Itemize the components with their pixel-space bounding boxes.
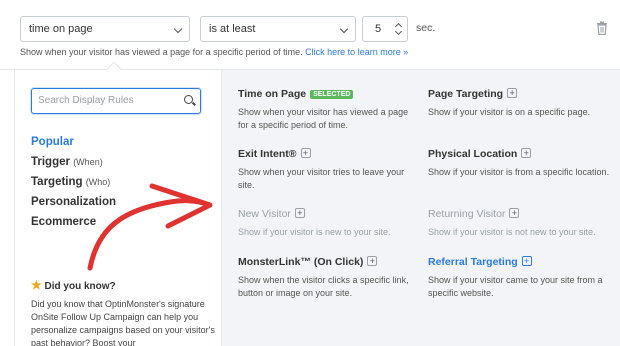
condition-select-value: time on page xyxy=(29,23,93,35)
plus-icon[interactable]: + xyxy=(367,256,378,266)
plus-icon[interactable]: + xyxy=(509,208,520,218)
rule-title-text: New Visitor xyxy=(238,208,291,220)
plus-icon[interactable]: + xyxy=(294,208,305,218)
category-popular[interactable]: Popular xyxy=(31,136,74,148)
rule-referral-targeting[interactable]: Referral Targeting + Show if your visitor… xyxy=(428,256,610,300)
plus-icon[interactable]: + xyxy=(300,148,311,158)
rule-returning-visitor[interactable]: Returning Visitor + Show if your visitor … xyxy=(428,208,610,239)
chevron-down-icon[interactable] xyxy=(394,27,403,36)
plus-icon[interactable]: + xyxy=(507,88,518,98)
operator-select[interactable]: is at least xyxy=(200,16,356,42)
rule-page-targeting[interactable]: Page Targeting + Show if your visitor is … xyxy=(428,88,610,119)
rule-title: MonsterLink™ (On Click) + xyxy=(238,256,414,268)
rules-sidebar: Search Display Rules Popular Trigger (Wh… xyxy=(14,70,222,346)
rule-description: Show if your visitor is on a specific pa… xyxy=(428,107,591,117)
category-suffix: (When) xyxy=(73,157,103,167)
category-label: Trigger xyxy=(31,156,70,168)
helper-description: Show when your visitor has viewed a page… xyxy=(20,47,303,57)
rule-description: Show if your visitor is new to your site… xyxy=(238,227,391,237)
category-ecommerce[interactable]: Ecommerce xyxy=(31,216,96,228)
rule-description: Show when your visitor tries to leave yo… xyxy=(238,167,405,190)
chevron-down-icon xyxy=(173,24,183,34)
rule-title-text: Referral Targeting xyxy=(428,256,518,268)
learn-more-link[interactable]: Click here to learn more » xyxy=(305,47,408,57)
rule-title: Page Targeting + xyxy=(428,88,610,100)
rule-description: Show if your visitor is from a specific … xyxy=(428,167,610,177)
trigger-settings-bar: time on page is at least 5 sec. Show whe… xyxy=(0,0,620,70)
category-suffix: (Who) xyxy=(85,177,111,187)
rule-title-text: Returning Visitor xyxy=(428,208,506,220)
seconds-unit-label: sec. xyxy=(416,22,436,34)
rules-grid: Time on Page SELECTED Show when your visi… xyxy=(222,70,620,346)
operator-select-value: is at least xyxy=(209,23,256,35)
rule-title: Time on Page SELECTED xyxy=(238,88,414,100)
rule-title-text: MonsterLink™ (On Click) xyxy=(238,256,364,268)
did-you-know-heading: ★ Did you know? xyxy=(31,278,116,292)
rule-title: Physical Location + xyxy=(428,148,610,160)
category-label: Ecommerce xyxy=(31,216,97,228)
rule-title: Referral Targeting + xyxy=(428,256,610,268)
rule-title-text: Time on Page xyxy=(238,88,307,100)
rule-monsterlink[interactable]: MonsterLink™ (On Click) + Show when the v… xyxy=(238,256,414,300)
plus-icon[interactable]: + xyxy=(521,256,532,266)
rule-title-text: Page Targeting xyxy=(428,88,504,100)
did-you-know-text: Did you know that OptinMonster's signatu… xyxy=(31,299,215,346)
rule-exit-intent[interactable]: Exit Intent® + Show when your visitor tri… xyxy=(238,148,414,192)
condition-select[interactable]: time on page xyxy=(20,16,190,42)
rule-time-on-page[interactable]: Time on Page SELECTED Show when your visi… xyxy=(238,88,414,132)
rule-title: New Visitor + xyxy=(238,208,414,220)
rule-title: Returning Visitor + xyxy=(428,208,610,220)
rule-description: Show if your visitor is not new to your … xyxy=(428,227,596,237)
rule-title: Exit Intent® + xyxy=(238,148,414,160)
search-input[interactable]: Search Display Rules xyxy=(31,88,201,114)
search-placeholder: Search Display Rules xyxy=(38,95,134,106)
star-icon: ★ xyxy=(31,278,42,292)
trigger-helper-text: Show when your visitor has viewed a page… xyxy=(20,47,408,57)
seconds-stepper[interactable]: 5 xyxy=(362,16,408,42)
rule-physical-location[interactable]: Physical Location + Show if your visitor … xyxy=(428,148,610,179)
did-you-know-title: Did you know? xyxy=(44,281,116,292)
trash-icon[interactable] xyxy=(596,21,608,35)
category-label: Popular xyxy=(31,136,74,148)
category-label: Targeting xyxy=(31,176,83,188)
seconds-value: 5 xyxy=(375,23,382,35)
rule-title-text: Exit Intent® xyxy=(238,148,297,160)
search-icon xyxy=(184,95,193,104)
rule-title-text: Physical Location xyxy=(428,148,518,160)
rule-description: Show when your visitor has viewed a page… xyxy=(238,107,409,130)
rule-new-visitor[interactable]: New Visitor + Show if your visitor is new… xyxy=(238,208,414,239)
category-targeting[interactable]: Targeting (Who) xyxy=(31,176,110,188)
rule-description: Show if your visitor came to your site f… xyxy=(428,275,603,298)
category-personalization[interactable]: Personalization xyxy=(31,196,116,208)
selected-badge: SELECTED xyxy=(310,90,354,99)
rule-description: Show when the visitor clicks a specific … xyxy=(238,275,409,298)
plus-icon[interactable]: + xyxy=(521,148,532,158)
category-trigger[interactable]: Trigger (When) xyxy=(31,156,103,168)
category-label: Personalization xyxy=(31,196,116,208)
chevron-down-icon xyxy=(339,24,349,34)
